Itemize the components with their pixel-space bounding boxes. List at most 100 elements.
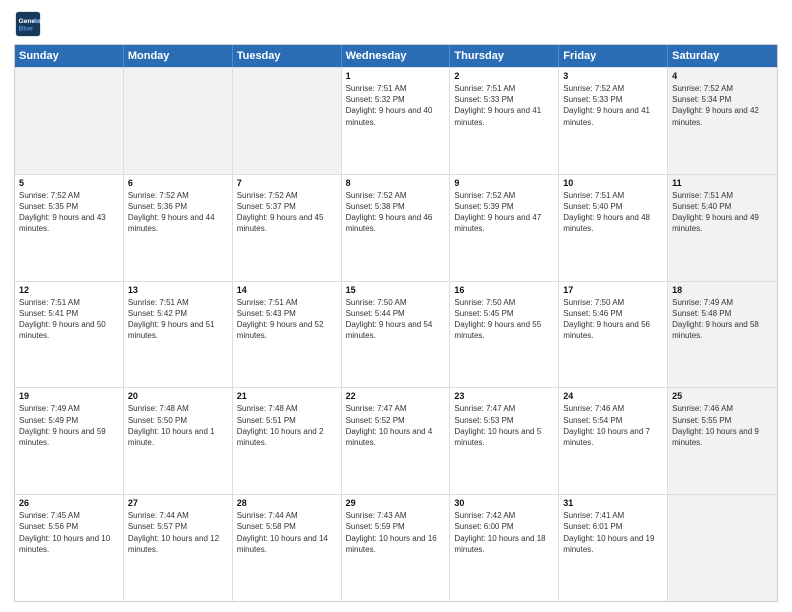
- day-number: 3: [563, 71, 663, 81]
- week-row-4: 19Sunrise: 7:49 AM Sunset: 5:49 PM Dayli…: [15, 387, 777, 494]
- cal-cell: [233, 68, 342, 174]
- cal-cell: 13 Sunrise: 7:51 AM Sunset: 5:42 PM Dayli…: [124, 282, 233, 388]
- day-number: 26: [19, 498, 119, 508]
- day-info: Sunrise: 7:50 AM Sunset: 5:46 PM Dayligh…: [563, 297, 663, 342]
- day-info: Sunrise: 7:51 AM Sunset: 5:41 PM Dayligh…: [19, 297, 119, 342]
- day-number: 10: [563, 178, 663, 188]
- page-header: General Blue: [14, 10, 778, 38]
- cal-cell: 29 Sunrise: 7:43 AM Sunset: 5:59 PM Dayli…: [342, 495, 451, 601]
- day-info: Sunrise: 7:52 AM Sunset: 5:37 PM Dayligh…: [237, 190, 337, 235]
- day-number: 17: [563, 285, 663, 295]
- cal-cell: [124, 68, 233, 174]
- day-info: Sunrise: 7:42 AM Sunset: 6:00 PM Dayligh…: [454, 510, 554, 555]
- cal-cell: 25Sunrise: 7:46 AM Sunset: 5:55 PM Dayli…: [668, 388, 777, 494]
- day-number: 9: [454, 178, 554, 188]
- day-number: 20: [128, 391, 228, 401]
- cal-cell: 14Sunrise: 7:51 AM Sunset: 5:43 PM Dayli…: [233, 282, 342, 388]
- day-number: 22: [346, 391, 446, 401]
- day-number: 16: [454, 285, 554, 295]
- week-row-1: 1 Sunrise: 7:51 AM Sunset: 5:32 PM Daylig…: [15, 67, 777, 174]
- day-info: Sunrise: 7:47 AM Sunset: 5:53 PM Dayligh…: [454, 403, 554, 448]
- cal-cell: 16Sunrise: 7:50 AM Sunset: 5:45 PM Dayli…: [450, 282, 559, 388]
- day-info: Sunrise: 7:46 AM Sunset: 5:54 PM Dayligh…: [563, 403, 663, 448]
- day-info: Sunrise: 7:43 AM Sunset: 5:59 PM Dayligh…: [346, 510, 446, 555]
- day-info: Sunrise: 7:47 AM Sunset: 5:52 PM Dayligh…: [346, 403, 446, 448]
- cal-cell: 31Sunrise: 7:41 AM Sunset: 6:01 PM Dayli…: [559, 495, 668, 601]
- day-info: Sunrise: 7:52 AM Sunset: 5:34 PM Dayligh…: [672, 83, 773, 128]
- day-info: Sunrise: 7:50 AM Sunset: 5:44 PM Dayligh…: [346, 297, 446, 342]
- day-info: Sunrise: 7:45 AM Sunset: 5:56 PM Dayligh…: [19, 510, 119, 555]
- day-header-friday: Friday: [559, 45, 668, 67]
- day-number: 24: [563, 391, 663, 401]
- week-row-3: 12Sunrise: 7:51 AM Sunset: 5:41 PM Dayli…: [15, 281, 777, 388]
- day-info: Sunrise: 7:44 AM Sunset: 5:58 PM Dayligh…: [237, 510, 337, 555]
- day-header-wednesday: Wednesday: [342, 45, 451, 67]
- cal-cell: 9 Sunrise: 7:52 AM Sunset: 5:39 PM Daylig…: [450, 175, 559, 281]
- day-number: 23: [454, 391, 554, 401]
- day-info: Sunrise: 7:44 AM Sunset: 5:57 PM Dayligh…: [128, 510, 228, 555]
- day-info: Sunrise: 7:52 AM Sunset: 5:36 PM Dayligh…: [128, 190, 228, 235]
- day-number: 18: [672, 285, 773, 295]
- cal-cell: 19Sunrise: 7:49 AM Sunset: 5:49 PM Dayli…: [15, 388, 124, 494]
- cal-cell: 22 Sunrise: 7:47 AM Sunset: 5:52 PM Dayli…: [342, 388, 451, 494]
- day-info: Sunrise: 7:52 AM Sunset: 5:38 PM Dayligh…: [346, 190, 446, 235]
- day-number: 28: [237, 498, 337, 508]
- calendar: SundayMondayTuesdayWednesdayThursdayFrid…: [14, 44, 778, 602]
- day-info: Sunrise: 7:49 AM Sunset: 5:48 PM Dayligh…: [672, 297, 773, 342]
- cal-cell: 18 Sunrise: 7:49 AM Sunset: 5:48 PM Dayli…: [668, 282, 777, 388]
- cal-cell: 17 Sunrise: 7:50 AM Sunset: 5:46 PM Dayli…: [559, 282, 668, 388]
- cal-cell: [668, 495, 777, 601]
- cal-cell: 8Sunrise: 7:52 AM Sunset: 5:38 PM Daylig…: [342, 175, 451, 281]
- cal-cell: 24 Sunrise: 7:46 AM Sunset: 5:54 PM Dayli…: [559, 388, 668, 494]
- day-info: Sunrise: 7:48 AM Sunset: 5:51 PM Dayligh…: [237, 403, 337, 448]
- day-header-monday: Monday: [124, 45, 233, 67]
- day-header-sunday: Sunday: [15, 45, 124, 67]
- day-info: Sunrise: 7:41 AM Sunset: 6:01 PM Dayligh…: [563, 510, 663, 555]
- logo-icon: General Blue: [14, 10, 42, 38]
- cal-cell: 15Sunrise: 7:50 AM Sunset: 5:44 PM Dayli…: [342, 282, 451, 388]
- day-info: Sunrise: 7:51 AM Sunset: 5:40 PM Dayligh…: [672, 190, 773, 235]
- day-info: Sunrise: 7:52 AM Sunset: 5:33 PM Dayligh…: [563, 83, 663, 128]
- cal-cell: 2 Sunrise: 7:51 AM Sunset: 5:33 PM Daylig…: [450, 68, 559, 174]
- cal-cell: 10 Sunrise: 7:51 AM Sunset: 5:40 PM Dayli…: [559, 175, 668, 281]
- day-number: 19: [19, 391, 119, 401]
- cal-cell: 26 Sunrise: 7:45 AM Sunset: 5:56 PM Dayli…: [15, 495, 124, 601]
- day-info: Sunrise: 7:52 AM Sunset: 5:35 PM Dayligh…: [19, 190, 119, 235]
- day-number: 11: [672, 178, 773, 188]
- cal-cell: 27 Sunrise: 7:44 AM Sunset: 5:57 PM Dayli…: [124, 495, 233, 601]
- day-number: 5: [19, 178, 119, 188]
- svg-text:Blue: Blue: [19, 26, 33, 33]
- day-number: 25: [672, 391, 773, 401]
- day-header-thursday: Thursday: [450, 45, 559, 67]
- day-number: 13: [128, 285, 228, 295]
- day-number: 1: [346, 71, 446, 81]
- cal-cell: [15, 68, 124, 174]
- cal-cell: 3 Sunrise: 7:52 AM Sunset: 5:33 PM Daylig…: [559, 68, 668, 174]
- cal-cell: 23 Sunrise: 7:47 AM Sunset: 5:53 PM Dayli…: [450, 388, 559, 494]
- logo: General Blue: [14, 10, 46, 38]
- cal-cell: 4 Sunrise: 7:52 AM Sunset: 5:34 PM Daylig…: [668, 68, 777, 174]
- cal-cell: 5 Sunrise: 7:52 AM Sunset: 5:35 PM Daylig…: [15, 175, 124, 281]
- day-number: 30: [454, 498, 554, 508]
- day-number: 29: [346, 498, 446, 508]
- week-row-2: 5 Sunrise: 7:52 AM Sunset: 5:35 PM Daylig…: [15, 174, 777, 281]
- cal-cell: 1 Sunrise: 7:51 AM Sunset: 5:32 PM Daylig…: [342, 68, 451, 174]
- cal-cell: 11 Sunrise: 7:51 AM Sunset: 5:40 PM Dayli…: [668, 175, 777, 281]
- day-info: Sunrise: 7:51 AM Sunset: 5:42 PM Dayligh…: [128, 297, 228, 342]
- day-number: 27: [128, 498, 228, 508]
- calendar-body: 1 Sunrise: 7:51 AM Sunset: 5:32 PM Daylig…: [15, 67, 777, 601]
- day-info: Sunrise: 7:51 AM Sunset: 5:32 PM Dayligh…: [346, 83, 446, 128]
- day-number: 4: [672, 71, 773, 81]
- cal-cell: 21Sunrise: 7:48 AM Sunset: 5:51 PM Dayli…: [233, 388, 342, 494]
- cal-cell: 20Sunrise: 7:48 AM Sunset: 5:50 PM Dayli…: [124, 388, 233, 494]
- day-header-tuesday: Tuesday: [233, 45, 342, 67]
- day-info: Sunrise: 7:51 AM Sunset: 5:33 PM Dayligh…: [454, 83, 554, 128]
- day-number: 6: [128, 178, 228, 188]
- week-row-5: 26 Sunrise: 7:45 AM Sunset: 5:56 PM Dayli…: [15, 494, 777, 601]
- day-header-saturday: Saturday: [668, 45, 777, 67]
- cal-cell: 28 Sunrise: 7:44 AM Sunset: 5:58 PM Dayli…: [233, 495, 342, 601]
- day-info: Sunrise: 7:51 AM Sunset: 5:40 PM Dayligh…: [563, 190, 663, 235]
- day-info: Sunrise: 7:51 AM Sunset: 5:43 PM Dayligh…: [237, 297, 337, 342]
- day-number: 2: [454, 71, 554, 81]
- day-info: Sunrise: 7:52 AM Sunset: 5:39 PM Dayligh…: [454, 190, 554, 235]
